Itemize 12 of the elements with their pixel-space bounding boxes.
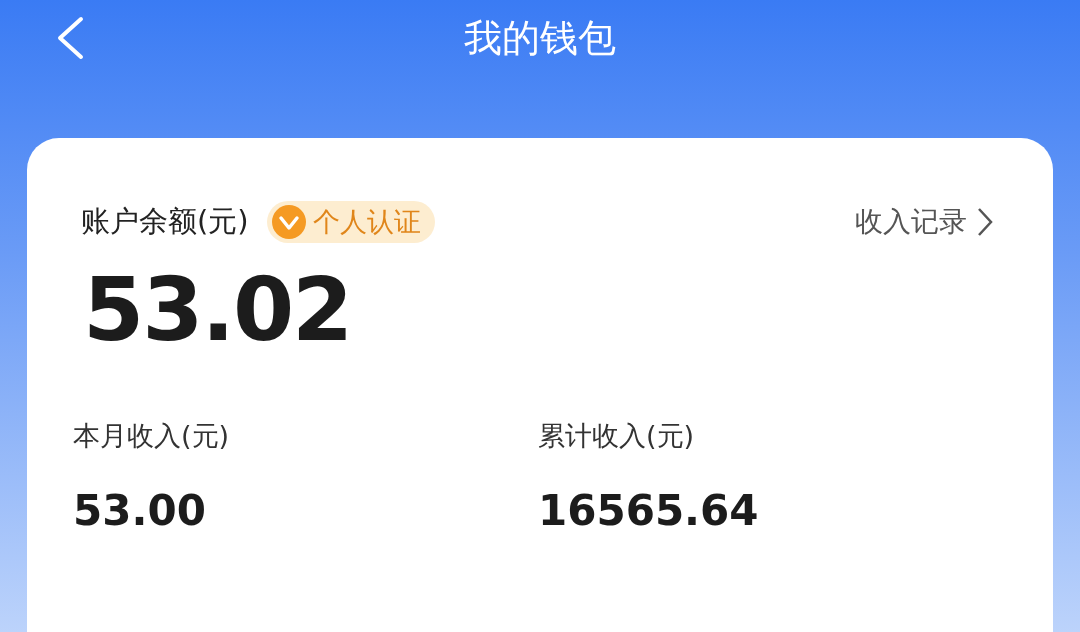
balance-label: 账户余额(元) bbox=[81, 203, 249, 240]
verified-badge: 个人认证 bbox=[266, 200, 435, 243]
stat-value: 53.00 bbox=[73, 490, 207, 532]
page-title: 我的钱包 bbox=[464, 14, 616, 62]
balance-amount: 53.02 bbox=[83, 265, 353, 354]
stat-label: 累计收入(元) bbox=[538, 418, 696, 453]
stat-value: 16565.64 bbox=[538, 490, 760, 532]
chevron-right-icon bbox=[977, 206, 993, 237]
check-icon bbox=[270, 203, 307, 240]
back-icon bbox=[55, 16, 85, 60]
stat-label: 本月收入(元) bbox=[73, 418, 231, 453]
income-record-link[interactable]: 收入记录 bbox=[855, 200, 993, 243]
